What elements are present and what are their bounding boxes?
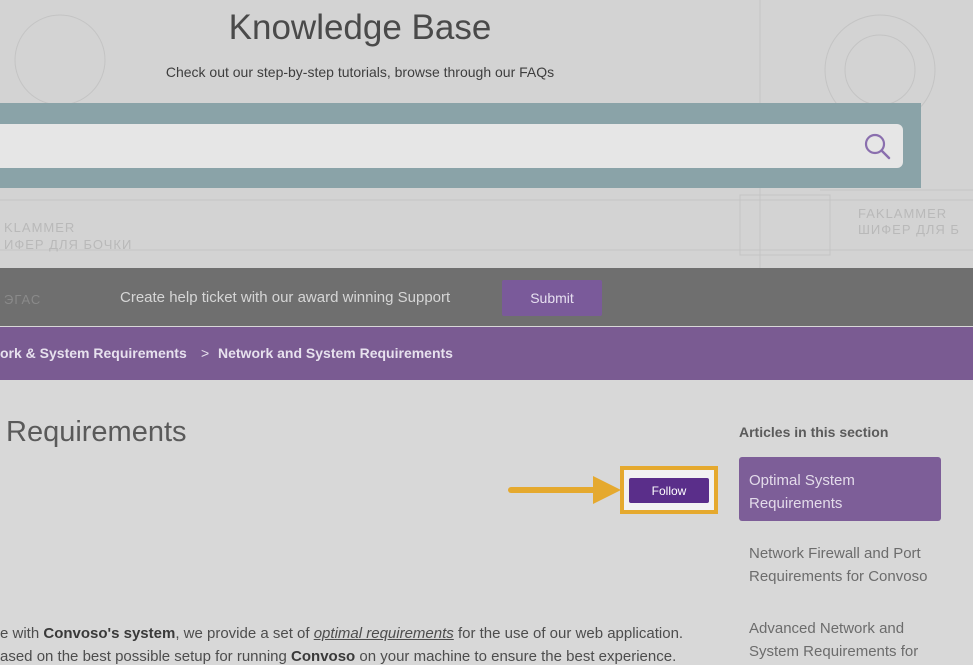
support-ticket-text: Create help ticket with our award winnin… bbox=[120, 289, 451, 306]
sidebar-item-optimal-system-requirements[interactable]: Optimal System Requirements bbox=[739, 457, 941, 521]
page-hero-title: Knowledge Base bbox=[228, 8, 492, 47]
background-text: KLAMMER bbox=[4, 220, 76, 235]
background-text: ШИФЕР ДЛЯ Б bbox=[858, 222, 960, 237]
page-hero-subtitle: Check out our step-by-step tutorials, br… bbox=[165, 64, 555, 80]
background-text: ЭГАС bbox=[4, 292, 42, 307]
background-text: FAKLAMMER bbox=[858, 206, 948, 221]
sidebar-item-label: Optimal System Requirements bbox=[749, 472, 855, 512]
sidebar-item-network-firewall[interactable]: Network Firewall and Port Requirements f… bbox=[749, 542, 939, 588]
optimal-requirements-link[interactable]: optimal requirements bbox=[314, 625, 454, 642]
breadcrumb-item-current[interactable]: Network and System Requirements bbox=[218, 345, 453, 361]
submit-ticket-button[interactable]: Submit bbox=[502, 280, 602, 316]
sidebar-item-advanced-network[interactable]: Advanced Network and System Requirements… bbox=[749, 617, 939, 663]
breadcrumb-item-section[interactable]: ork & System Requirements bbox=[0, 345, 187, 361]
background-text: ИФЕР ДЛЯ БОЧКИ bbox=[4, 237, 133, 252]
article-title: Requirements bbox=[6, 416, 187, 448]
follow-button[interactable]: Follow bbox=[629, 478, 709, 503]
article-body-line: e with Convoso's system, we provide a se… bbox=[0, 625, 684, 642]
search-icon[interactable] bbox=[862, 131, 892, 161]
breadcrumb-separator: > bbox=[201, 345, 210, 361]
article-body-line: ased on the best possible setup for runn… bbox=[0, 648, 677, 665]
arrow-right-icon bbox=[508, 476, 621, 504]
sidebar-heading: Articles in this section bbox=[739, 424, 889, 440]
search-input[interactable] bbox=[0, 124, 903, 168]
